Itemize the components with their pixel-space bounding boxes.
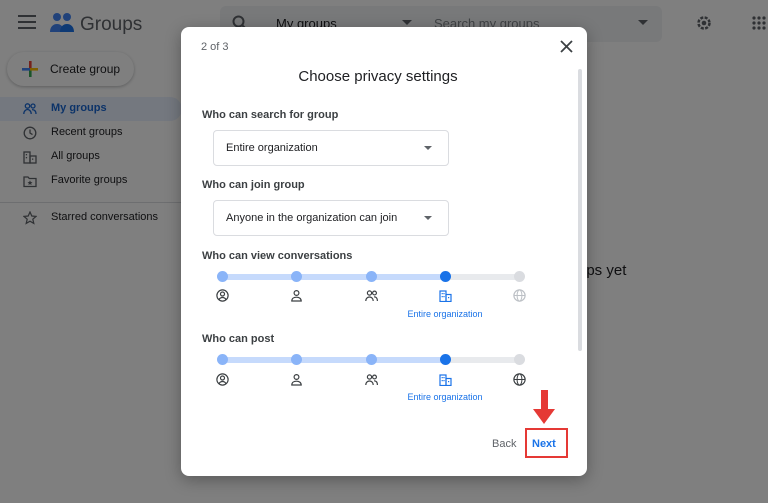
- slider-stop[interactable]: [217, 271, 228, 282]
- annotation-arrow-icon: [533, 409, 555, 424]
- slider-fill: [219, 357, 450, 363]
- slider-stop-selected[interactable]: [440, 354, 451, 365]
- post-permission-label: Who can post: [202, 333, 275, 345]
- select-value: Entire organization: [226, 142, 318, 154]
- view-permission-slider[interactable]: [217, 271, 525, 282]
- dialog-title: Choose privacy settings: [298, 68, 458, 85]
- account-circle-icon[interactable]: [216, 373, 229, 386]
- account-circle-icon[interactable]: [216, 289, 229, 302]
- join-permission-select[interactable]: Anyone in the organization can join: [213, 200, 449, 236]
- globe-icon[interactable]: [513, 373, 526, 386]
- view-permission-label: Who can view conversations: [202, 250, 353, 262]
- person-icon[interactable]: [290, 289, 303, 302]
- slider-stop[interactable]: [291, 354, 302, 365]
- slider-stop[interactable]: [514, 354, 525, 365]
- step-indicator: 2 of 3: [201, 41, 229, 53]
- chevron-down-icon: [424, 216, 432, 220]
- search-permission-select[interactable]: Entire organization: [213, 130, 449, 166]
- slider-stop[interactable]: [514, 271, 525, 282]
- back-button[interactable]: Back: [492, 438, 516, 450]
- slider-stop[interactable]: [366, 271, 377, 282]
- dialog-content: Who can search for group Entire organiza…: [181, 93, 575, 419]
- dialog-scrollbar[interactable]: [578, 69, 582, 351]
- building-icon[interactable]: [439, 289, 452, 302]
- post-permission-slider[interactable]: [217, 354, 525, 365]
- select-value: Anyone in the organization can join: [226, 212, 398, 224]
- close-icon[interactable]: [560, 40, 573, 53]
- slider-stop[interactable]: [291, 271, 302, 282]
- next-highlight-box: [525, 428, 568, 458]
- slider-stop[interactable]: [217, 354, 228, 365]
- search-permission-label: Who can search for group: [202, 109, 339, 121]
- slider-stop[interactable]: [366, 354, 377, 365]
- chevron-down-icon: [424, 146, 432, 150]
- post-selected-label: Entire organization: [407, 392, 483, 402]
- slider-stop-selected[interactable]: [440, 271, 451, 282]
- privacy-settings-dialog: 2 of 3 Choose privacy settings Who can s…: [181, 27, 587, 476]
- view-selected-label: Entire organization: [407, 309, 483, 319]
- building-icon[interactable]: [439, 373, 452, 386]
- people-icon[interactable]: [365, 289, 378, 302]
- people-icon[interactable]: [365, 373, 378, 386]
- globe-icon[interactable]: [513, 289, 526, 302]
- join-permission-label: Who can join group: [202, 179, 305, 191]
- person-icon[interactable]: [290, 373, 303, 386]
- slider-fill: [219, 274, 450, 280]
